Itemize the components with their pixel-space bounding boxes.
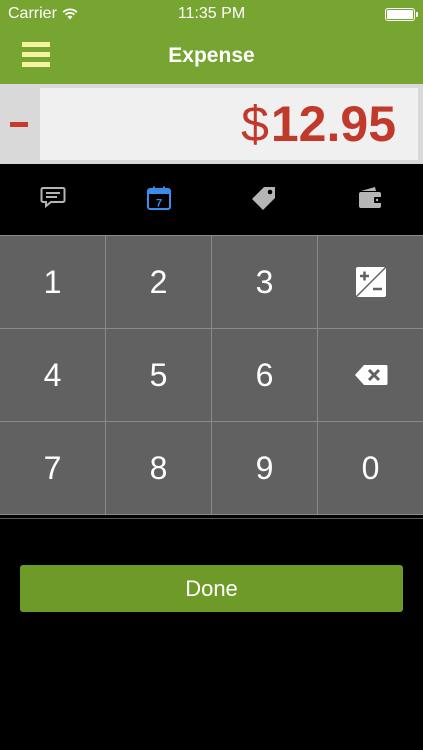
battery-icon bbox=[385, 8, 418, 21]
key-9[interactable]: 9 bbox=[212, 422, 317, 514]
nav-bar: Expense bbox=[0, 28, 423, 84]
calendar-icon: 7 bbox=[146, 186, 171, 210]
wallet-icon bbox=[359, 187, 383, 208]
page-title: Expense bbox=[168, 44, 255, 67]
amount-currency: $ bbox=[241, 96, 269, 152]
tab-account[interactable] bbox=[317, 164, 423, 232]
amount-row: $ 12.95 bbox=[0, 84, 423, 164]
key-5[interactable]: 5 bbox=[106, 329, 211, 421]
tab-date[interactable]: 7 bbox=[106, 164, 212, 232]
plus-minus-icon bbox=[354, 266, 387, 298]
key-4[interactable]: 4 bbox=[0, 329, 105, 421]
keypad: 1 2 3 4 5 6 7 8 9 0 bbox=[0, 235, 423, 515]
divider bbox=[0, 518, 423, 519]
tab-bar: 7 bbox=[0, 164, 423, 232]
key-7[interactable]: 7 bbox=[0, 422, 105, 514]
tag-icon bbox=[252, 187, 276, 210]
key-1[interactable]: 1 bbox=[0, 236, 105, 328]
comment-icon bbox=[40, 187, 66, 209]
key-6[interactable]: 6 bbox=[212, 329, 317, 421]
tab-note[interactable] bbox=[0, 164, 106, 232]
amount-value: 12.95 bbox=[270, 96, 396, 152]
key-2[interactable]: 2 bbox=[106, 236, 211, 328]
done-button[interactable]: Done bbox=[20, 565, 403, 612]
key-3[interactable]: 3 bbox=[212, 236, 317, 328]
minus-icon bbox=[10, 121, 28, 127]
backspace-key[interactable] bbox=[318, 329, 423, 421]
status-bar: Carrier 11:35 PM bbox=[0, 0, 423, 28]
amount-display[interactable]: $ 12.95 bbox=[40, 88, 418, 160]
tab-category[interactable] bbox=[212, 164, 318, 232]
backspace-icon bbox=[354, 365, 387, 385]
plus-minus-key[interactable] bbox=[318, 236, 423, 328]
calendar-day-label: 7 bbox=[156, 198, 162, 210]
status-time: 11:35 PM bbox=[177, 5, 246, 22]
key-0[interactable]: 0 bbox=[318, 422, 423, 514]
sign-toggle-button[interactable] bbox=[0, 84, 38, 164]
key-8[interactable]: 8 bbox=[106, 422, 211, 514]
